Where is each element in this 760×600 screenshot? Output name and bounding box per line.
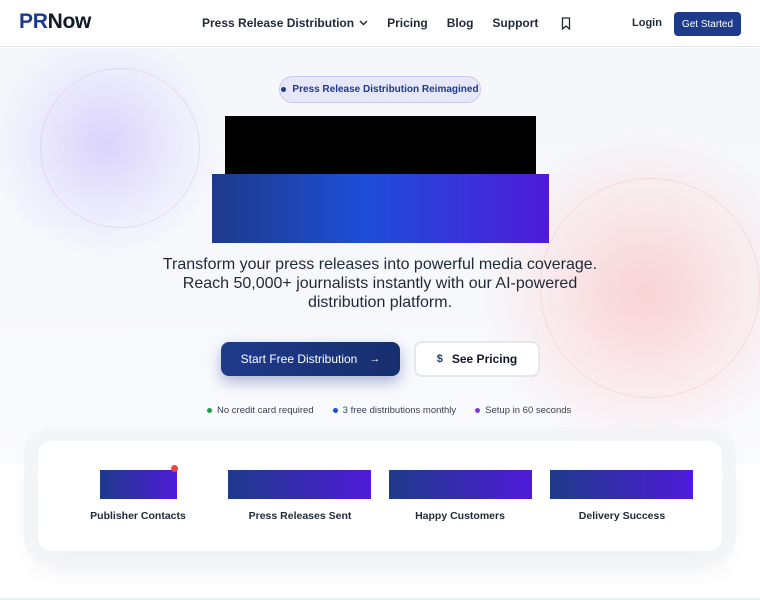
feature-text: Setup in 60 seconds <box>485 405 572 416</box>
stat-value-bar <box>228 470 371 499</box>
feature-list: No credit card required 3 free distribut… <box>207 405 590 416</box>
feature-text: No credit card required <box>217 405 314 416</box>
get-started-button[interactable]: Get Started <box>674 12 741 36</box>
stat-label-happy-customers: Happy Customers <box>415 510 505 522</box>
nav-blog[interactable]: Blog <box>447 16 474 30</box>
site-header: PRNow Press Release Distribution Pricing… <box>0 0 760 47</box>
chevron-down-icon <box>359 18 368 28</box>
hero-subtitle: Transform your press releases into power… <box>162 256 598 311</box>
stat-value-bar <box>389 470 532 499</box>
bookmark-icon[interactable] <box>561 16 571 30</box>
stat-value-bar <box>100 470 177 499</box>
stat-label-publisher-contacts: Publisher Contacts <box>90 510 186 522</box>
nav-support[interactable]: Support <box>492 16 538 30</box>
feature-item: Setup in 60 seconds <box>475 405 571 416</box>
login-link[interactable]: Login <box>632 17 662 29</box>
stat-label-delivery-success: Delivery Success <box>578 510 666 522</box>
hero-badge: Press Release Distribution Reimagined <box>279 76 481 103</box>
arrow-right-icon: → <box>369 353 381 365</box>
feature-dot-icon <box>332 408 338 413</box>
feature-item: 3 free distributions monthly <box>332 405 457 416</box>
feature-dot-icon <box>475 408 481 413</box>
feature-item: No credit card required <box>207 405 314 416</box>
badge-dot-icon <box>281 87 287 92</box>
button-label: Start Free Distribution <box>240 352 358 366</box>
stat-label-press-releases-sent: Press Releases Sent <box>248 510 352 522</box>
badge-text: Press Release Distribution Reimagined <box>292 84 479 95</box>
logo-now: Now <box>47 10 92 33</box>
logo[interactable]: PRNow <box>19 10 91 34</box>
feature-text: 3 free distributions monthly <box>342 405 457 416</box>
start-free-distribution-button[interactable]: Start Free Distribution → <box>221 342 400 376</box>
see-pricing-button[interactable]: $ See Pricing <box>414 341 540 377</box>
logo-pr: PR <box>19 10 48 33</box>
nav-press-release-distribution[interactable]: Press Release Distribution <box>202 16 368 30</box>
button-label: See Pricing <box>451 352 518 366</box>
hero-title-gradient <box>212 174 549 243</box>
notification-dot-icon <box>171 465 178 472</box>
stats-card: Publisher Contacts Press Releases Sent H… <box>38 441 722 551</box>
nav-pricing[interactable]: Pricing <box>387 16 428 30</box>
feature-dot-icon <box>207 408 212 413</box>
stat-value-bar <box>550 470 693 499</box>
dollar-icon: $ <box>436 353 443 365</box>
hero-title-placeholder <box>225 116 536 174</box>
main-nav: Press Release Distribution Pricing Blog … <box>202 16 571 30</box>
nav-label: Press Release Distribution <box>202 16 355 30</box>
decorative-ring <box>40 68 200 228</box>
